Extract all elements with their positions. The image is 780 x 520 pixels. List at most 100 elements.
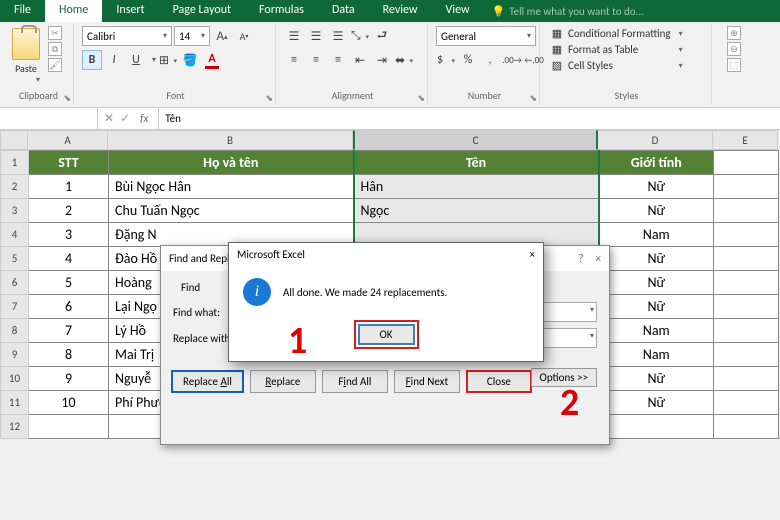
tab-page-layout[interactable]: Page Layout [159,0,245,22]
row-header[interactable]: 8 [1,319,29,343]
cell[interactable]: Nữ [599,391,714,415]
column-header-d[interactable]: D [598,130,713,150]
row-header[interactable]: 7 [1,295,29,319]
align-bottom-button[interactable]: ☰ [328,26,348,46]
cell[interactable]: Nam [599,223,714,247]
cut-button[interactable]: ✂ [48,26,62,40]
number-format-select[interactable]: General▾ [436,26,536,46]
cell[interactable] [714,223,779,247]
replace-all-button[interactable]: Replace All [171,370,244,393]
tab-insert[interactable]: Insert [102,0,158,22]
dialog-launcher-icon[interactable]: ⬊ [417,93,425,104]
row-header[interactable]: 5 [1,247,29,271]
select-all-corner[interactable] [0,130,28,150]
close-icon[interactable]: × [530,248,535,261]
italic-button[interactable]: I [104,50,124,70]
accounting-format-button[interactable]: $▾ [436,50,456,70]
cell[interactable]: 4 [29,247,109,271]
dialog-launcher-icon[interactable]: ⬊ [529,93,537,104]
cell[interactable]: 10 [29,391,109,415]
increase-font-button[interactable]: A▴ [212,26,232,46]
cell[interactable]: Nữ [599,295,714,319]
cell[interactable]: Nam [599,343,714,367]
tab-data[interactable]: Data [318,0,369,22]
tell-me-search[interactable]: 💡 Tell me what you want to do... [484,0,652,22]
cell[interactable]: 9 [29,367,109,391]
cell[interactable]: 1 [29,175,109,199]
cell[interactable]: 2 [29,199,109,223]
decrease-decimal-button[interactable]: ←.00 [524,50,544,70]
increase-indent-button[interactable]: ⇥ [372,50,392,70]
percent-button[interactable]: % [458,50,478,70]
column-header-e[interactable]: E [713,130,778,150]
close-button[interactable]: Close [466,370,532,393]
align-right-button[interactable]: ≡ [328,50,348,70]
tab-view[interactable]: View [432,0,484,22]
dialog-launcher-icon[interactable]: ⬊ [63,93,71,104]
format-cells-button[interactable]: ⬚ [727,58,741,72]
cell[interactable]: 3 [29,223,109,247]
comma-button[interactable]: , [480,50,500,70]
cell[interactable] [714,343,779,367]
cell[interactable] [29,415,109,439]
cell[interactable]: Nữ [599,271,714,295]
font-size-select[interactable]: 14▾ [174,26,210,46]
cell[interactable] [714,199,779,223]
replace-button[interactable]: Replace [250,370,316,393]
row-header[interactable]: 2 [1,175,29,199]
cell[interactable]: 8 [29,343,109,367]
wrap-text-button[interactable]: ⮐ [372,26,392,46]
borders-button[interactable]: ⊞▾ [158,50,178,70]
insert-cells-button[interactable]: ⊕ [727,26,741,40]
cell[interactable]: 5 [29,271,109,295]
cell[interactable]: Nữ [599,367,714,391]
cell-styles-button[interactable]: ▧Cell Styles▾ [548,58,685,73]
close-icon[interactable]: × [596,252,601,265]
cell[interactable] [714,295,779,319]
orientation-button[interactable]: ⤡▾ [350,26,370,46]
cell[interactable]: Nữ [599,175,714,199]
tab-review[interactable]: Review [369,0,432,22]
row-header[interactable]: 6 [1,271,29,295]
cell[interactable] [714,391,779,415]
cell[interactable]: Tên [354,151,599,175]
accept-formula-icon[interactable]: ✓ [120,111,130,126]
cell[interactable] [714,151,779,175]
ok-button[interactable]: OK [358,324,415,345]
tab-file[interactable]: File [0,0,45,22]
row-header[interactable]: 3 [1,199,29,223]
tab-formulas[interactable]: Formulas [245,0,318,22]
row-header[interactable]: 12 [1,415,29,439]
cell[interactable]: Bùi Ngọc Hân [109,175,354,199]
delete-cells-button[interactable]: ⊖ [727,42,741,56]
cell[interactable] [714,247,779,271]
cell[interactable]: 7 [29,319,109,343]
tab-home[interactable]: Home [45,0,102,22]
cell[interactable] [599,415,714,439]
help-icon[interactable]: ? [578,252,583,265]
paste-button[interactable]: Paste ▾ [10,26,42,87]
align-middle-button[interactable]: ☰ [306,26,326,46]
format-painter-button[interactable]: 🖌 [48,58,62,72]
formula-bar-input[interactable] [159,108,780,129]
cell[interactable]: Giới tính [599,151,714,175]
align-left-button[interactable]: ≡ [284,50,304,70]
fill-color-button[interactable]: 🪣 [180,50,200,70]
name-box[interactable] [0,108,98,129]
dialog-launcher-icon[interactable]: ⬊ [265,93,273,104]
column-header-b[interactable]: B [108,130,353,150]
cell[interactable]: Nam [599,319,714,343]
cell[interactable]: Họ và tên [109,151,354,175]
increase-decimal-button[interactable]: .00→ [502,50,522,70]
row-header[interactable]: 9 [1,343,29,367]
merge-button[interactable]: ⬌▾ [394,50,414,70]
font-name-select[interactable]: Calibri▾ [82,26,172,46]
bold-button[interactable]: B [82,50,102,70]
cell[interactable]: Nữ [599,247,714,271]
align-top-button[interactable]: ☰ [284,26,304,46]
align-center-button[interactable]: ≡ [306,50,326,70]
cell[interactable]: Hân [354,175,599,199]
decrease-indent-button[interactable]: ⇤ [350,50,370,70]
font-color-button[interactable]: A [202,50,222,70]
find-tab[interactable]: Find [173,279,208,296]
